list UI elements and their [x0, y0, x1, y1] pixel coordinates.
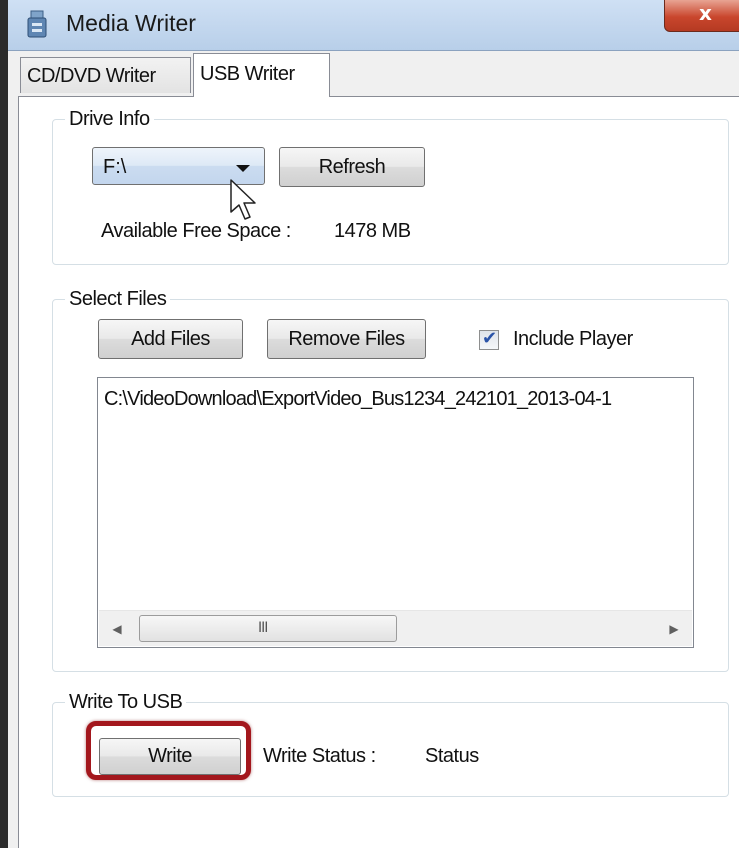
- scroll-right-arrow-icon[interactable]: ▶: [662, 617, 686, 641]
- tab-usb-writer[interactable]: USB Writer: [193, 53, 330, 97]
- tab-label: USB Writer: [200, 63, 295, 85]
- grip-icon: III: [258, 620, 268, 636]
- drive-info-group: Drive Info: [52, 106, 729, 265]
- list-item[interactable]: C:\VideoDownload\ExportVideo_Bus1234_242…: [104, 388, 612, 411]
- add-files-button[interactable]: Add Files: [98, 319, 243, 359]
- file-list[interactable]: C:\VideoDownload\ExportVideo_Bus1234_242…: [97, 377, 694, 648]
- checkmark-icon: ✔: [482, 328, 498, 349]
- write-status-value: Status: [425, 745, 479, 767]
- group-legend: Select Files: [65, 286, 171, 312]
- refresh-button[interactable]: Refresh: [279, 147, 425, 187]
- include-player-checkbox[interactable]: ✔: [479, 328, 499, 350]
- write-status-label: Write Status :: [263, 745, 376, 767]
- remove-files-button[interactable]: Remove Files: [267, 319, 426, 359]
- drive-select-value: F:\: [103, 156, 127, 178]
- horizontal-scrollbar[interactable]: ◀ III ▶: [99, 610, 692, 646]
- include-player-label[interactable]: Include Player: [513, 328, 633, 351]
- write-button-highlight: [86, 721, 251, 780]
- free-space-value: 1478 MB: [334, 220, 411, 242]
- usb-drive-icon: [27, 10, 47, 38]
- tab-cd-dvd-writer[interactable]: CD/DVD Writer: [20, 57, 191, 93]
- scroll-thumb[interactable]: III: [139, 615, 397, 642]
- close-button[interactable]: x: [664, 0, 739, 32]
- group-legend: Drive Info: [65, 106, 154, 132]
- group-legend: Write To USB: [65, 689, 187, 715]
- chevron-down-icon[interactable]: [236, 165, 250, 172]
- tab-label: CD/DVD Writer: [27, 65, 156, 87]
- free-space-label: Available Free Space :: [101, 220, 291, 242]
- scroll-left-arrow-icon[interactable]: ◀: [105, 617, 129, 641]
- close-icon: x: [699, 1, 712, 25]
- title-bar[interactable]: Media Writer x: [8, 0, 739, 50]
- window-title: Media Writer: [66, 10, 196, 36]
- mouse-cursor-icon: [230, 179, 256, 220]
